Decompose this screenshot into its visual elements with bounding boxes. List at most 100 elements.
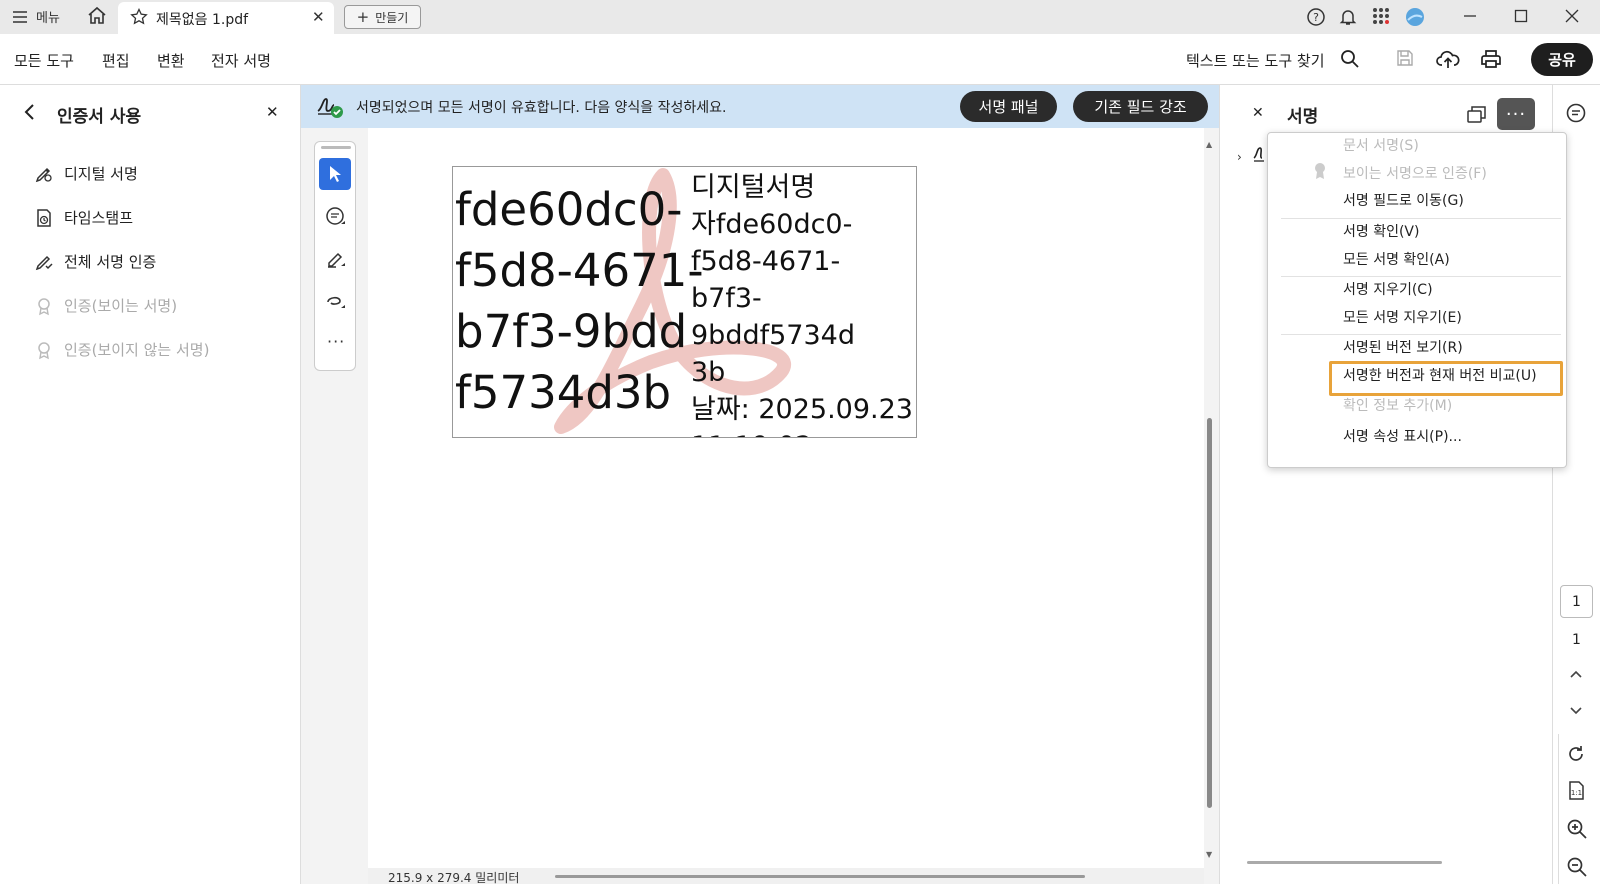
print-icon[interactable] [1480,48,1502,70]
panel-close-icon[interactable]: ✕ [266,103,279,121]
maximize-icon[interactable] [1513,7,1529,25]
panel-horizontal-scroll-thumb[interactable] [1247,861,1442,864]
signature-details: 디지털서명 자fde60dc0- f5d8-4671- b7f3-9bddf57… [691,169,916,437]
menu-item-sign-document: 문서 서명(S) [1343,138,1419,154]
menu-convert[interactable]: 변환 [157,50,185,71]
title-bar: 메뉴 제목없음 1.pdf ✕ + 만들기 ? [0,0,1600,34]
menu-edit[interactable]: 편집 [102,50,130,71]
signer-name-line: f5734d3b [455,366,672,419]
certify-ribbon-icon [1313,162,1327,180]
signatures-panel-title: 서명 [1287,107,1319,127]
document-tab[interactable]: 제목없음 1.pdf ✕ [118,2,334,34]
menu-item-add-verification-info: 확인 정보 추가(M) [1343,398,1453,414]
home-icon[interactable] [87,6,107,26]
signature-panel-button[interactable]: 서명 패널 [960,91,1057,122]
tool-label: 디지털 서명 [64,165,138,183]
highlighter-icon[interactable] [325,248,347,270]
back-arrow-icon[interactable] [22,102,38,122]
comments-panel-icon[interactable] [1565,102,1587,124]
more-tools-icon[interactable]: ··· [327,332,345,351]
signer-name-line: b7f3-9bdd [455,305,688,358]
vertical-scroll-thumb[interactable] [1207,418,1212,808]
tool-search-label[interactable]: 텍스트 또는 도구 찾기 [1186,50,1325,71]
tool-certify[interactable]: 전체 서명 인증 [34,251,156,272]
star-icon[interactable] [130,8,148,26]
actual-size-icon[interactable]: 1:1 [1567,780,1587,802]
certify-icon [34,252,54,272]
horizontal-scroll-thumb[interactable] [555,875,1085,878]
digital-signature-icon [34,164,54,184]
toolbar-grip[interactable] [321,146,351,149]
menu-item-certify-visible: 보이는 서명으로 인증(F) [1343,166,1487,182]
panel-title: 인증서 사용 [57,107,142,127]
svg-text:?: ? [1313,11,1319,24]
page-number-input[interactable]: 1 [1560,585,1593,618]
zoom-in-icon[interactable] [1566,818,1588,840]
scroll-down-arrow-icon[interactable]: ▼ [1206,850,1212,859]
previous-page-icon[interactable] [1568,668,1584,680]
expand-chevron-icon[interactable]: › [1237,150,1242,164]
tool-timestamp[interactable]: 타임스탬프 [34,207,133,228]
more-options-button[interactable]: ··· [1497,98,1535,130]
scroll-up-arrow-icon[interactable]: ▲ [1206,140,1212,149]
profile-avatar-icon[interactable] [1405,7,1425,27]
certificates-panel: 인증서 사용 ✕ 디지털 서명 타임스탬프 전체 서명 인증 인증(보이는 서명… [0,85,301,884]
menu-item-compare-versions[interactable]: 서명한 버전과 현재 버전 비교(U) [1343,365,1537,385]
draw-icon[interactable] [325,290,347,312]
menu-item-validate-signature[interactable]: 서명 확인(V) [1343,221,1419,241]
signature-entry-icon[interactable] [1253,145,1267,163]
timestamp-icon [34,208,54,228]
signature-detail-line: 날짜: 2025.09.23 [691,394,913,425]
signer-name-large: fde60dc0- f5d8-4671- b7f3-9bdd f5734d3b [455,179,704,423]
tool-label: 전체 서명 인증 [64,253,157,271]
help-icon[interactable]: ? [1306,7,1326,27]
menu-button[interactable]: 메뉴 [12,7,60,26]
share-button[interactable]: 공유 [1531,43,1593,76]
comment-icon[interactable] [325,206,347,228]
rotate-icon[interactable] [1566,744,1586,764]
ellipsis-icon: ··· [1505,103,1527,125]
apps-grid-icon[interactable] [1372,7,1390,25]
signature-detail-line: 자fde60dc0- [691,209,853,240]
menu-item-clear-all-signatures[interactable]: 모든 서명 지우기(E) [1343,307,1462,327]
minimize-icon[interactable] [1462,7,1478,25]
status-message: 서명되었으며 모든 서명이 유효합니다. 다음 양식을 작성하세요. [356,100,727,116]
menu-item-go-to-signature-field[interactable]: 서명 필드로 이동(G) [1343,190,1464,210]
tool-label: 타임스탬프 [64,209,134,227]
signature-field[interactable]: fde60dc0- f5d8-4671- b7f3-9bdd f5734d3b … [452,166,917,438]
signature-status-bar: 서명되었으며 모든 서명이 유효합니다. 다음 양식을 작성하세요. 서명 패널… [301,85,1219,128]
menu-item-clear-signature[interactable]: 서명 지우기(C) [1343,279,1433,299]
signature-options-icon[interactable] [1466,104,1488,124]
menu-item-view-signed-version[interactable]: 서명된 버전 보기(R) [1343,337,1463,357]
certify-invisible-icon [34,340,54,360]
select-tool-button[interactable] [319,158,351,190]
cloud-upload-icon[interactable] [1436,48,1460,70]
signatures-panel-close-icon[interactable]: ✕ [1252,105,1264,121]
tool-label: 인증(보이지 않는 서명) [64,341,210,359]
next-page-icon[interactable] [1568,705,1584,717]
valid-signature-icon [316,93,344,119]
menu-separator [1281,218,1561,219]
tool-digital-signature[interactable]: 디지털 서명 [34,163,138,184]
menu-all-tools[interactable]: 모든 도구 [14,50,74,71]
bell-icon[interactable] [1338,7,1358,27]
signature-detail-line: 3b [691,357,726,388]
create-button[interactable]: + 만들기 [344,5,421,29]
cursor-arrow-icon [328,165,342,183]
menu-item-show-signature-properties[interactable]: 서명 속성 표시(P)... [1343,426,1462,446]
highlight-fields-button[interactable]: 기존 필드 강조 [1073,91,1208,122]
tab-title: 제목없음 1.pdf [156,12,249,28]
close-window-icon[interactable] [1564,7,1580,25]
search-icon[interactable] [1340,49,1360,69]
strip-divider [1558,734,1559,884]
menu-item-validate-all-signatures[interactable]: 모든 서명 확인(A) [1343,249,1450,269]
tool-certify-invisible: 인증(보이지 않는 서명) [34,339,209,360]
tab-close-icon[interactable]: ✕ [312,8,325,26]
menu-e-signature[interactable]: 전자 서명 [211,50,271,71]
certify-visible-icon [34,296,54,316]
zoom-out-icon[interactable] [1566,856,1588,878]
menu-separator [1281,334,1561,335]
save-icon[interactable] [1395,48,1415,68]
svg-text:1:1: 1:1 [1571,789,1582,797]
menu-label: 메뉴 [36,11,60,26]
